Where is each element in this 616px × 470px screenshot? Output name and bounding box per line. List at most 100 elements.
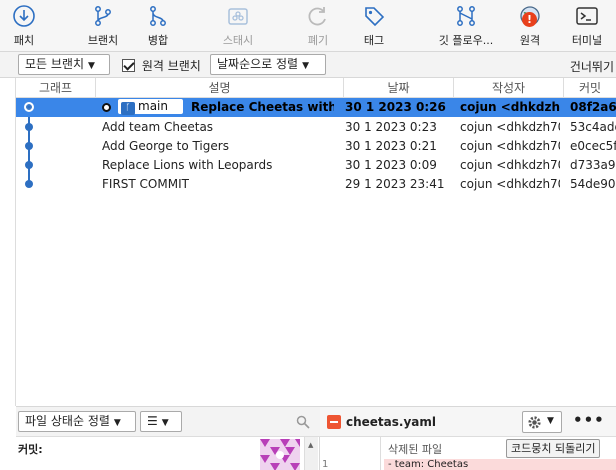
git-flow-button[interactable]: 깃 플로우...: [432, 2, 500, 50]
commit-message: Add George to Tigers: [102, 139, 229, 153]
list-icon: ☰: [147, 414, 158, 428]
skip-label[interactable]: 건너뛰기: [570, 58, 614, 75]
branch-icon: [95, 6, 111, 26]
file-status-toolbar: 파일 상태순 정렬 ▼ ☰ ▼: [16, 407, 320, 437]
file-status-pane: 파일 상태순 정렬 ▼ ☰ ▼ 커밋:: [16, 406, 320, 470]
stash-label: 스태시: [222, 34, 254, 47]
diff-line: 1 - team: Cheetas: [320, 459, 616, 470]
col-author-header[interactable]: 작성자: [454, 78, 564, 98]
merge-button[interactable]: 병합: [138, 2, 178, 50]
discard-button[interactable]: 폐기: [298, 2, 338, 50]
revert-hunk-button[interactable]: 코드뭉치 되돌리기: [506, 439, 601, 458]
fetch-button[interactable]: 패치: [2, 2, 46, 50]
tag-button[interactable]: 태그: [354, 2, 394, 50]
tag-label: 태그: [363, 34, 385, 47]
sort-value: 날짜순으로 정렬: [217, 57, 299, 71]
commit-info-label: 커밋:: [18, 443, 43, 456]
file-pane-scrollbar[interactable]: [304, 437, 318, 470]
left-gutter: [0, 78, 16, 406]
file-sort-select[interactable]: 파일 상태순 정렬 ▼: [18, 411, 136, 432]
branch-label: 브랜치: [87, 34, 119, 47]
terminal-button[interactable]: 터미널: [562, 2, 612, 50]
commit-node: [25, 122, 33, 131]
commit-message: Replace Cheetas with Pan: [190, 100, 334, 114]
deleted-file-icon: [327, 415, 341, 429]
discard-icon: [308, 7, 326, 26]
col-commit-header[interactable]: 커밋: [564, 78, 616, 98]
col-date-header[interactable]: 날짜: [344, 78, 454, 98]
commit-message: FIRST COMMIT: [102, 177, 189, 191]
merge-icon: [150, 6, 166, 26]
chevron-down-icon: ▼: [113, 418, 121, 428]
file-sort-value: 파일 상태순 정렬: [25, 414, 110, 428]
deleted-line-text: - team: Cheetas: [384, 459, 616, 470]
search-icon[interactable]: [296, 415, 310, 429]
commit-node: [25, 141, 33, 150]
commit-hash: 54de903: [570, 177, 616, 191]
head-commit-node: [24, 102, 34, 112]
commit-row[interactable]: Replace Lions with Leopards 30 1 2023 0:…: [16, 156, 616, 175]
col-description-header[interactable]: 설명: [96, 78, 344, 98]
commit-author: cojun <dhkdzh70: [460, 100, 560, 114]
diff-toolbar: cheetas.yaml ▼ •••: [320, 407, 616, 437]
branch-filter-select[interactable]: 모든 브랜치 ▼: [18, 54, 110, 75]
branch-tag[interactable]: ᚴ main: [118, 99, 183, 115]
remote-label: 원격: [519, 34, 541, 47]
commit-author: cojun <dhkdzh70: [460, 177, 560, 191]
commit-author: cojun <dhkdzh70: [460, 139, 560, 153]
commit-hash: e0cec5f: [570, 139, 616, 153]
sort-select[interactable]: 날짜순으로 정렬 ▼: [210, 54, 326, 75]
view-mode-select[interactable]: ☰ ▼: [140, 411, 182, 432]
chevron-down-icon: ▼: [547, 416, 554, 426]
diff-hunk-header: 삭제된 파일 코드뭉치 되돌리기: [320, 437, 616, 459]
gear-icon: [528, 416, 541, 429]
diff-options-button[interactable]: ▼: [522, 411, 562, 433]
chevron-down-icon: ▼: [161, 418, 169, 428]
terminal-label: 터미널: [571, 34, 603, 47]
commit-hash: d733a96: [570, 158, 616, 172]
deleted-file-label: 삭제된 파일: [388, 443, 443, 456]
remote-branch-toggle[interactable]: 원격 브랜치: [122, 57, 201, 74]
diff-pane: cheetas.yaml ▼ ••• 삭제된 파일 코드뭉치 되돌리기 1 - …: [320, 406, 616, 470]
discard-label: 폐기: [307, 34, 329, 47]
commit-author: cojun <dhkdzh70: [460, 158, 560, 172]
commit-list-header: 그래프 설명 날짜 작성자 커밋: [16, 78, 616, 98]
commit-row[interactable]: FIRST COMMIT 29 1 2023 23:41 cojun <dhkd…: [16, 175, 616, 194]
filter-bar: 모든 브랜치 ▼ 원격 브랜치 날짜순으로 정렬 ▼ 건너뛰기: [0, 52, 616, 78]
commit-hash: 53c4add: [570, 120, 616, 134]
commit-author: cojun <dhkdzh70: [460, 120, 560, 134]
diff-file-name: cheetas.yaml: [346, 415, 437, 429]
toolbar: 패치 브랜치 병합 스태시 폐기 태그 깃 플로우... ! 원격 터미널: [0, 0, 616, 52]
stash-icon: [228, 8, 248, 25]
remote-button[interactable]: ! 원격: [508, 2, 552, 50]
line-number: 1: [322, 459, 329, 470]
commit-date: 30 1 2023 0:21: [345, 139, 437, 153]
branch-tag-label: main: [138, 99, 168, 113]
commit-list: ᚴmain Replace Cheetas with Pan 30 1 2023 …: [16, 98, 616, 406]
more-options-icon[interactable]: •••: [573, 411, 605, 429]
commit-node: [25, 179, 33, 188]
remote-branch-checkbox[interactable]: [122, 59, 135, 72]
git-flow-label: 깃 플로우...: [438, 34, 494, 47]
branch-icon: ᚴ: [121, 102, 135, 115]
terminal-icon: [576, 7, 598, 25]
commit-row[interactable]: ᚴmain Replace Cheetas with Pan 30 1 2023 …: [16, 98, 616, 117]
tag-icon: [365, 7, 385, 27]
commit-row[interactable]: Add George to Tigers 30 1 2023 0:21 coju…: [16, 137, 616, 156]
remote-alert-badge: !: [522, 12, 537, 27]
commit-hash: 08f2a69: [570, 100, 616, 114]
stash-button[interactable]: 스태시: [214, 2, 262, 50]
commit-row[interactable]: Add team Cheetas 30 1 2023 0:23 cojun <d…: [16, 118, 616, 137]
chevron-down-icon: ▼: [88, 61, 95, 71]
merge-label: 병합: [147, 34, 169, 47]
commit-date: 30 1 2023 0:23: [345, 120, 437, 134]
git-flow-icon: [457, 6, 475, 26]
fetch-icon: [13, 5, 35, 27]
col-graph-header[interactable]: 그래프: [16, 78, 96, 98]
commit-date: 30 1 2023 0:09: [345, 158, 437, 172]
commit-date: 30 1 2023 0:26: [345, 100, 446, 114]
commit-message: Replace Lions with Leopards: [102, 158, 273, 172]
chevron-down-icon: ▼: [302, 61, 310, 71]
branch-button[interactable]: 브랜치: [80, 2, 126, 50]
author-avatar: [260, 439, 300, 470]
